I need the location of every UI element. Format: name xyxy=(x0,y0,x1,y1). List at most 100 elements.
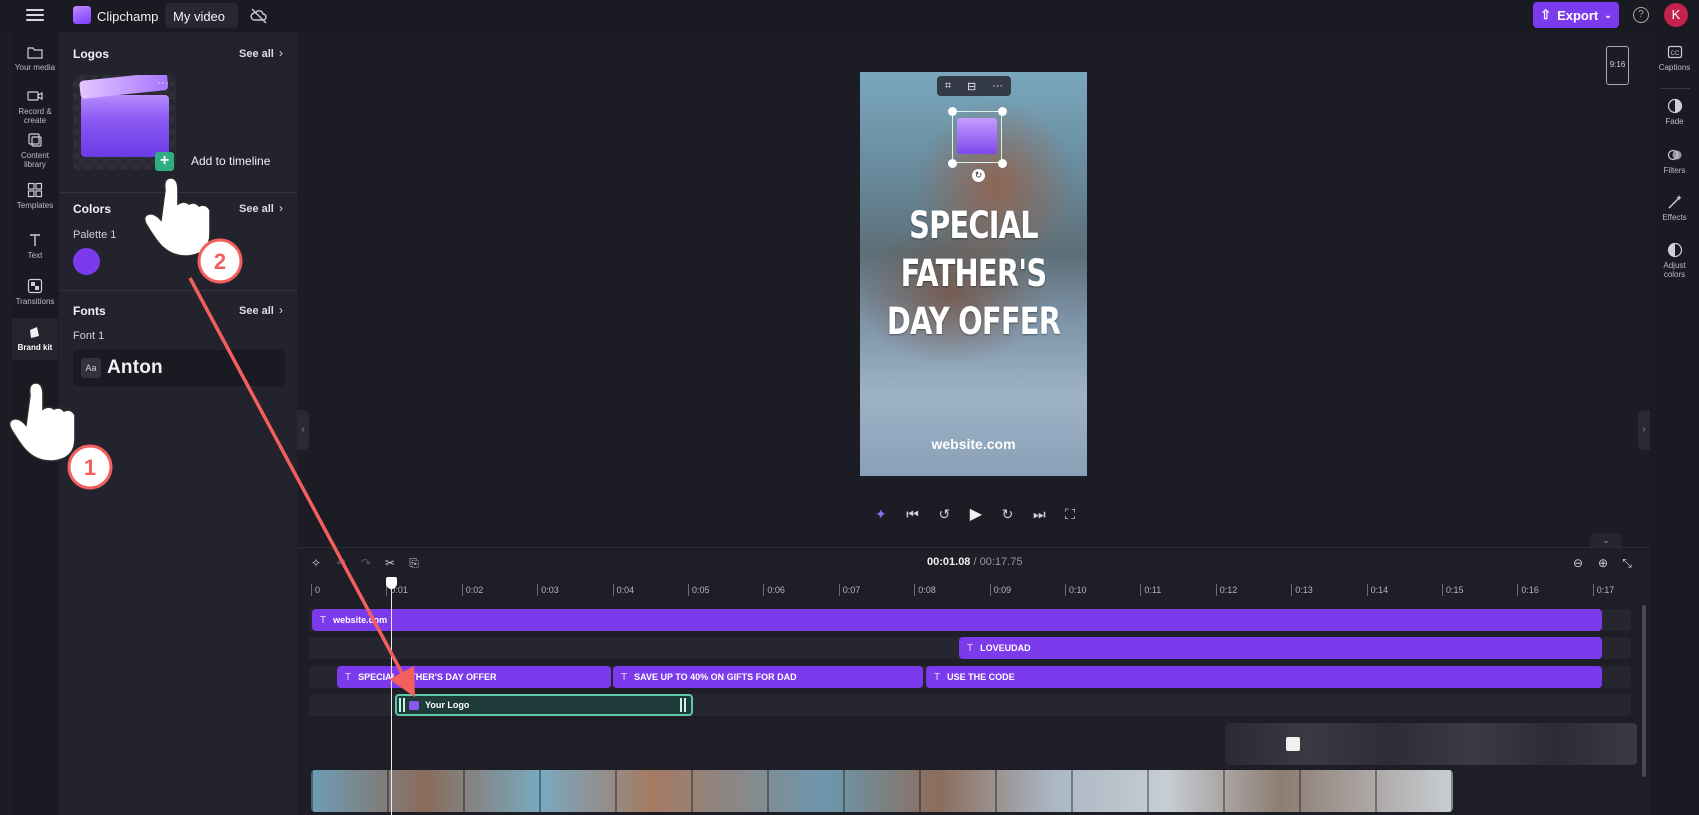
rail-item-transitions[interactable]: Transitions xyxy=(12,278,58,306)
add-plus-icon[interactable]: + xyxy=(155,152,174,171)
playhead[interactable] xyxy=(391,578,392,815)
forward-5-icon[interactable]: ↻ xyxy=(1002,506,1014,523)
collapse-panel-chevron-left-icon[interactable]: ‹ xyxy=(297,410,309,450)
export-label: Export xyxy=(1557,7,1599,23)
chevron-right-icon[interactable]: › xyxy=(279,46,283,60)
text-clip-save-up[interactable]: T SAVE UP TO 40% ON GIFTS FOR DAD xyxy=(613,666,923,688)
chevron-right-icon[interactable]: › xyxy=(279,303,283,317)
video-title-input[interactable]: My video xyxy=(165,3,238,28)
fade-icon xyxy=(1667,98,1682,114)
rail-item-content-library[interactable]: Content library xyxy=(12,132,58,169)
ruler-tick: 0:03 xyxy=(537,584,559,596)
skip-forward-icon[interactable]: ⏭ xyxy=(1033,506,1046,523)
time-ruler[interactable]: 0 0:01 0:02 0:03 0:04 0:05 0:06 0:07 0:08 0:09 0:1… xyxy=(311,584,1614,598)
split-scissors-icon[interactable]: ✂ xyxy=(383,556,397,570)
website-text[interactable]: website.com xyxy=(860,436,1087,452)
logo-clip[interactable]: Your Logo xyxy=(395,694,693,716)
crop-icon[interactable]: ⌗ xyxy=(945,80,951,93)
trim-handle-right[interactable] xyxy=(680,698,686,712)
more-options-icon[interactable]: ··· xyxy=(157,75,169,89)
top-bar: Clipchamp My video ⇧ Export ⌄ ? K xyxy=(0,0,1699,32)
export-button[interactable]: ⇧ Export ⌄ xyxy=(1533,2,1619,28)
playhead-handle[interactable] xyxy=(386,577,397,589)
headline-text[interactable]: SPECIAL FATHER'S DAY OFFER xyxy=(885,202,1062,346)
rotate-icon[interactable]: ↻ xyxy=(972,169,985,182)
ruler-tick: 0 xyxy=(311,584,320,596)
resize-handle[interactable] xyxy=(998,107,1007,116)
rail-label: Content library xyxy=(20,151,50,169)
aspect-ratio-button[interactable]: 9:16 xyxy=(1606,46,1629,85)
transition-icon[interactable] xyxy=(1286,737,1300,751)
menu-icon[interactable] xyxy=(26,6,44,24)
collapse-panel-chevron-right-icon[interactable]: › xyxy=(1638,410,1650,450)
captions-icon: CC xyxy=(1667,45,1682,59)
color-swatch[interactable] xyxy=(73,248,100,275)
trim-handle-left[interactable] xyxy=(399,698,405,712)
logos-see-all-link[interactable]: See all xyxy=(239,48,274,60)
canvas-toolbar: ⌗ ⊟ ··· xyxy=(937,76,1011,96)
rail-item-adjust-colors[interactable]: Adjust colors xyxy=(1650,242,1699,279)
magic-icon[interactable]: ✦ xyxy=(875,506,887,523)
rail-item-templates[interactable]: Templates xyxy=(12,182,58,210)
logo-selection-box[interactable] xyxy=(952,111,1002,163)
cloud-off-icon[interactable] xyxy=(250,7,268,25)
rewind-5-icon[interactable]: ↺ xyxy=(938,506,950,523)
video-canvas[interactable]: ⌗ ⊟ ··· ↻ SPECIAL FATHER'S DAY OFFER web… xyxy=(860,72,1087,476)
resize-handle[interactable] xyxy=(998,159,1007,168)
clip-label: USE THE CODE xyxy=(947,672,1015,682)
fit-icon[interactable]: ⊟ xyxy=(967,80,976,93)
avatar[interactable]: K xyxy=(1664,3,1688,27)
timeline-toolbar: ✧ ↶ ↷ ✂ ⎘ 00:01.08 / 00:17.75 ⊖ ⊕ ⤡ xyxy=(297,548,1650,578)
text-clip-use-the-code[interactable]: T USE THE CODE xyxy=(926,666,1602,688)
rail-item-record-create[interactable]: Record & create xyxy=(12,88,58,125)
delete-icon[interactable]: ⎘ xyxy=(407,556,421,570)
left-rail: Your media Record & create Content libra… xyxy=(12,32,58,815)
text-clip-loveudad[interactable]: T LOVEUDAD xyxy=(959,637,1602,659)
undo-icon[interactable]: ↶ xyxy=(334,556,348,570)
rail-item-brand-kit[interactable]: Brand kit xyxy=(12,318,58,360)
library-icon xyxy=(28,133,42,147)
text-clip-website[interactable]: Twebsite.com xyxy=(312,609,1602,631)
rail-item-effects[interactable]: Effects xyxy=(1650,194,1699,222)
palette-label: Palette 1 xyxy=(73,229,117,241)
play-icon[interactable]: ▶ xyxy=(970,504,982,524)
rail-label: Fade xyxy=(1665,117,1684,126)
ruler-tick: 0:05 xyxy=(688,584,710,596)
help-icon[interactable]: ? xyxy=(1633,7,1649,23)
skip-back-icon[interactable]: ⏮ xyxy=(906,506,919,523)
fonts-see-all-link[interactable]: See all xyxy=(239,305,274,317)
colors-see-all-link[interactable]: See all xyxy=(239,203,274,215)
rail-label: Record & create xyxy=(18,107,52,125)
more-options-icon[interactable]: ··· xyxy=(992,80,1003,92)
fullscreen-icon[interactable]: ⛶ xyxy=(1065,506,1075,523)
rail-item-text[interactable]: Text xyxy=(12,232,58,260)
redo-icon[interactable]: ↷ xyxy=(359,556,373,570)
timeline-scrollbar[interactable] xyxy=(1642,605,1646,777)
ruler-tick: 0:04 xyxy=(612,584,634,596)
collapse-timeline-chevron-icon[interactable]: ⌄ xyxy=(1590,533,1622,547)
resize-handle[interactable] xyxy=(948,159,957,168)
rail-item-captions[interactable]: CC Captions xyxy=(1650,44,1699,72)
rail-item-fade[interactable]: Fade xyxy=(1650,98,1699,126)
clapperboard-logo-image xyxy=(81,95,169,157)
zoom-out-icon[interactable]: ⊖ xyxy=(1571,556,1585,570)
ruler-tick: 0:12 xyxy=(1215,584,1237,596)
chevron-right-icon[interactable]: › xyxy=(279,201,283,215)
chevron-down-icon: ⌄ xyxy=(1604,9,1612,20)
font-item[interactable]: Aa Anton xyxy=(73,350,285,386)
video-clip[interactable] xyxy=(311,770,1453,812)
resize-handle[interactable] xyxy=(948,107,957,116)
text-clip-icon: T xyxy=(345,672,352,683)
fit-timeline-icon[interactable]: ⤡ xyxy=(1620,556,1634,570)
zoom-in-icon[interactable]: ⊕ xyxy=(1596,556,1610,570)
clip-label: LOVEUDAD xyxy=(980,643,1031,653)
ruler-tick: 0:02 xyxy=(461,584,483,596)
logos-title: Logos xyxy=(73,47,109,61)
rail-item-your-media[interactable]: Your media xyxy=(12,44,58,72)
text-clip-special-offer[interactable]: T SPECIAL FATHER'S DAY OFFER xyxy=(337,666,611,688)
magic-edit-icon[interactable]: ✧ xyxy=(309,556,323,570)
rail-item-filters[interactable]: Filters xyxy=(1650,147,1699,175)
folder-icon xyxy=(27,47,43,59)
font-name: Anton xyxy=(107,357,163,378)
rail-label: Your media xyxy=(14,63,56,72)
